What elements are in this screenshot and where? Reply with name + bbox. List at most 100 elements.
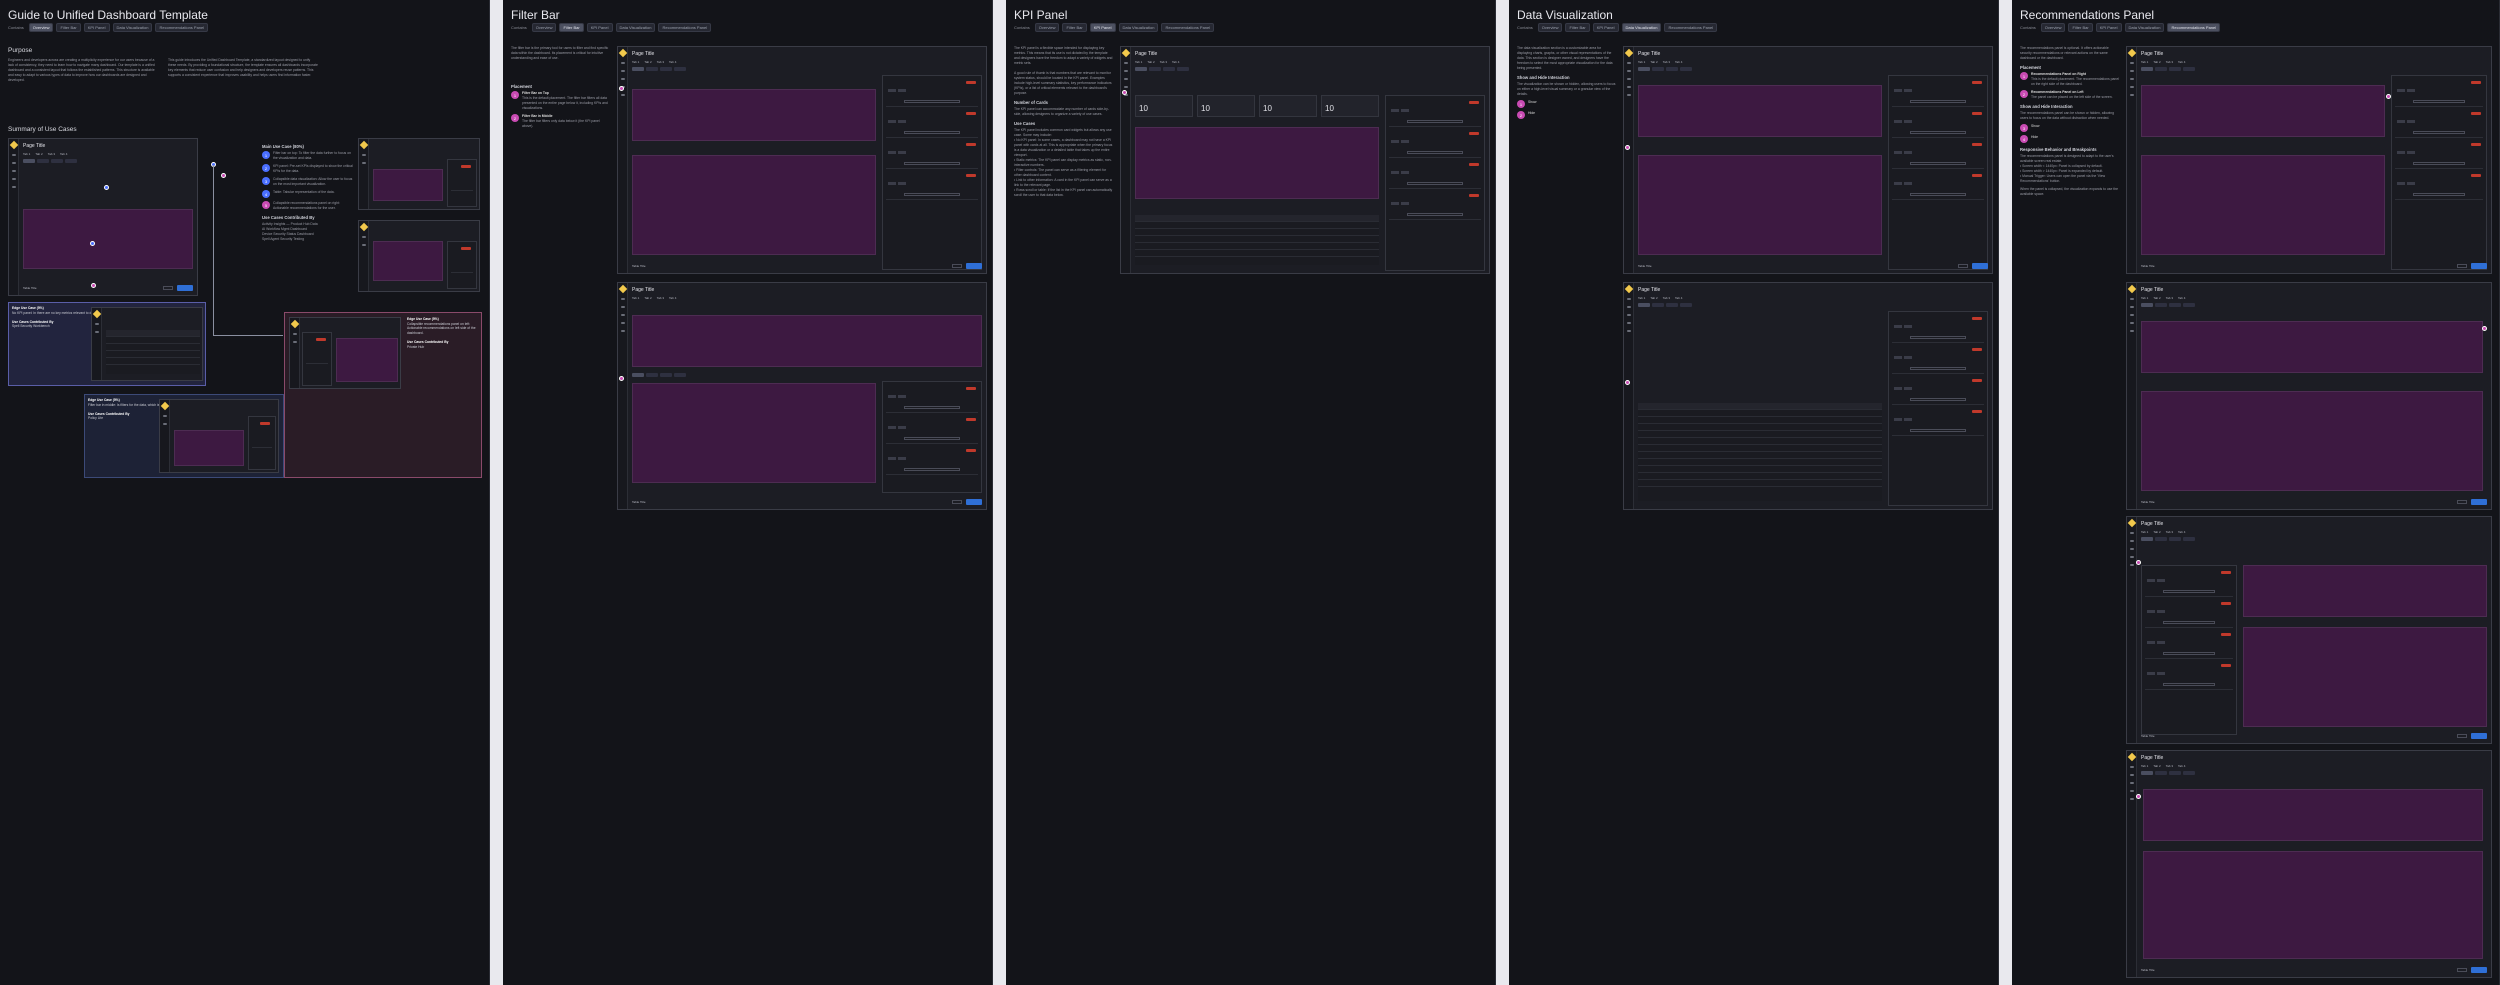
tab-1[interactable]: Tab 1 <box>1638 60 1645 64</box>
tab-3[interactable]: Tab 3 <box>2166 60 2173 64</box>
tag-filter-bar[interactable]: Filter Bar <box>2068 23 2093 32</box>
tag-overview[interactable]: Overview <box>28 23 54 32</box>
tab-4[interactable]: Tab 4 <box>2178 60 2185 64</box>
filter-bar[interactable] <box>2141 303 2487 308</box>
tab-3[interactable]: Tab 3 <box>1663 60 1670 64</box>
tag-overview[interactable]: Overview <box>1537 23 1563 32</box>
filter-bar[interactable] <box>632 373 982 378</box>
tab-1[interactable]: Tab 1 <box>23 152 30 156</box>
tag-filter-bar[interactable]: Filter Bar <box>559 23 584 32</box>
visualization-area <box>2143 789 2483 841</box>
tab-3[interactable]: Tab 3 <box>2166 764 2173 768</box>
tab-4[interactable]: Tab 4 <box>2178 530 2185 534</box>
tag-kpi-panel[interactable]: KPI Panel <box>1089 23 1116 32</box>
tab-1[interactable]: Tab 1 <box>632 60 639 64</box>
filter-bar[interactable] <box>2141 771 2487 776</box>
tab-3[interactable]: Tab 3 <box>657 60 664 64</box>
kpi-card-4[interactable]: 10 <box>1321 95 1379 117</box>
tag-kpi-panel[interactable]: KPI Panel <box>586 23 613 32</box>
tag-data-visualization[interactable]: Data Visualization <box>615 23 656 32</box>
edge-2-title: Edge Use Case (5%) <box>88 398 120 402</box>
placement-1-label: Filter Bar on Top <box>522 91 549 95</box>
edge-case-2: Edge Use Case (5%) Filter bar in middle:… <box>84 394 284 478</box>
edge-1-title: Edge Use Case (5%) <box>12 306 44 310</box>
filter-bar[interactable] <box>2141 67 2487 72</box>
tab-2[interactable]: Tab 2 <box>644 296 651 300</box>
tag-filter-bar[interactable]: Filter Bar <box>1062 23 1087 32</box>
tab-4[interactable]: Tab 4 <box>60 152 67 156</box>
kpi-card-2[interactable]: 10 <box>1197 95 1255 117</box>
tab-2[interactable]: Tab 2 <box>2153 296 2160 300</box>
recommendations-panel <box>1888 75 1988 270</box>
tag-list: Contains Overview Filter Bar KPI Panel D… <box>8 23 209 32</box>
tab-1[interactable]: Tab 1 <box>1638 296 1645 300</box>
filter-bar[interactable] <box>1135 67 1485 72</box>
tag-filter-bar[interactable]: Filter Bar <box>56 23 81 32</box>
recs-resp-1: Screen width < 1440px: Panel is collapse… <box>2022 164 2103 168</box>
tab-3[interactable]: Tab 3 <box>48 152 55 156</box>
tab-4[interactable]: Tab 4 <box>669 60 676 64</box>
edge-1-sub: Use Cases Contributed By <box>12 319 54 324</box>
tab-4[interactable]: Tab 4 <box>2178 296 2185 300</box>
dash-page-title: Page Title <box>632 287 655 293</box>
kpi-card-1[interactable]: 10 <box>1135 95 1193 117</box>
table-title: Table Title <box>632 500 646 504</box>
filter-bar[interactable] <box>23 159 193 164</box>
tab-1[interactable]: Tab 1 <box>2141 296 2148 300</box>
filter-bar[interactable] <box>1638 67 1988 72</box>
tab-1[interactable]: Tab 1 <box>2141 530 2148 534</box>
tab-1[interactable]: Tab 1 <box>632 296 639 300</box>
tag-data-visualization[interactable]: Data Visualization <box>112 23 153 32</box>
tab-3[interactable]: Tab 3 <box>657 296 664 300</box>
tags-label: Contains <box>1517 25 1533 30</box>
tag-recommendations-panel[interactable]: Recommendations Panel <box>1664 23 1718 32</box>
tag-kpi-panel[interactable]: KPI Panel <box>83 23 110 32</box>
dash-page-title: Page Title <box>2141 287 2164 293</box>
tag-recommendations-panel[interactable]: Recommendations Panel <box>155 23 209 32</box>
tag-data-visualization[interactable]: Data Visualization <box>1118 23 1159 32</box>
tab-4[interactable]: Tab 4 <box>669 296 676 300</box>
tag-recommendations-panel[interactable]: Recommendations Panel <box>2167 23 2221 32</box>
edge-2-sub: Use Cases Contributed By <box>88 411 130 416</box>
tab-2[interactable]: Tab 2 <box>2153 60 2160 64</box>
tab-1[interactable]: Tab 1 <box>1135 60 1142 64</box>
tag-kpi-panel[interactable]: KPI Panel <box>2095 23 2122 32</box>
tag-filter-bar[interactable]: Filter Bar <box>1565 23 1590 32</box>
visualization-area-2 <box>2141 155 2385 255</box>
recs-resp-text-2: When the panel is collapsed, the visuali… <box>2020 187 2119 196</box>
tag-overview[interactable]: Overview <box>531 23 557 32</box>
tab-1[interactable]: Tab 1 <box>2141 60 2148 64</box>
recs-resp-heading: Responsive Behavior and Breakpoints <box>2020 147 2097 152</box>
tab-2[interactable]: Tab 2 <box>644 60 651 64</box>
tab-3[interactable]: Tab 3 <box>1663 296 1670 300</box>
tab-3[interactable]: Tab 3 <box>2166 530 2173 534</box>
tag-data-visualization[interactable]: Data Visualization <box>1621 23 1662 32</box>
table-title: Table Title <box>2141 500 2155 504</box>
tab-3[interactable]: Tab 3 <box>1160 60 1167 64</box>
tab-4[interactable]: Tab 4 <box>1675 60 1682 64</box>
tab-4[interactable]: Tab 4 <box>2178 764 2185 768</box>
tab-2[interactable]: Tab 2 <box>2153 530 2160 534</box>
tag-recommendations-panel[interactable]: Recommendations Panel <box>1161 23 1215 32</box>
filter-bar[interactable] <box>632 67 982 72</box>
tag-data-visualization[interactable]: Data Visualization <box>2124 23 2165 32</box>
tab-3[interactable]: Tab 3 <box>2166 296 2173 300</box>
tab-2[interactable]: Tab 2 <box>1147 60 1154 64</box>
edge-2-dashboard <box>159 399 279 473</box>
tag-overview[interactable]: Overview <box>2040 23 2066 32</box>
filter-bar[interactable] <box>1638 303 1988 308</box>
tab-2[interactable]: Tab 2 <box>2153 764 2160 768</box>
filter-bar[interactable] <box>2141 537 2487 542</box>
recs-intro: The recommendations panel is optional. I… <box>2020 46 2109 60</box>
tag-kpi-panel[interactable]: KPI Panel <box>1592 23 1619 32</box>
tab-2[interactable]: Tab 2 <box>35 152 42 156</box>
tab-1[interactable]: Tab 1 <box>2141 764 2148 768</box>
tag-recommendations-panel[interactable]: Recommendations Panel <box>658 23 712 32</box>
tab-2[interactable]: Tab 2 <box>1650 60 1657 64</box>
kpi-dashboard: Page Title Tab 1 Tab 2 Tab 3 Tab 4 10 10 10… <box>1120 46 1490 274</box>
tag-overview[interactable]: Overview <box>1034 23 1060 32</box>
tab-4[interactable]: Tab 4 <box>1675 296 1682 300</box>
tab-4[interactable]: Tab 4 <box>1172 60 1179 64</box>
tab-2[interactable]: Tab 2 <box>1650 296 1657 300</box>
kpi-card-3[interactable]: 10 <box>1259 95 1317 117</box>
